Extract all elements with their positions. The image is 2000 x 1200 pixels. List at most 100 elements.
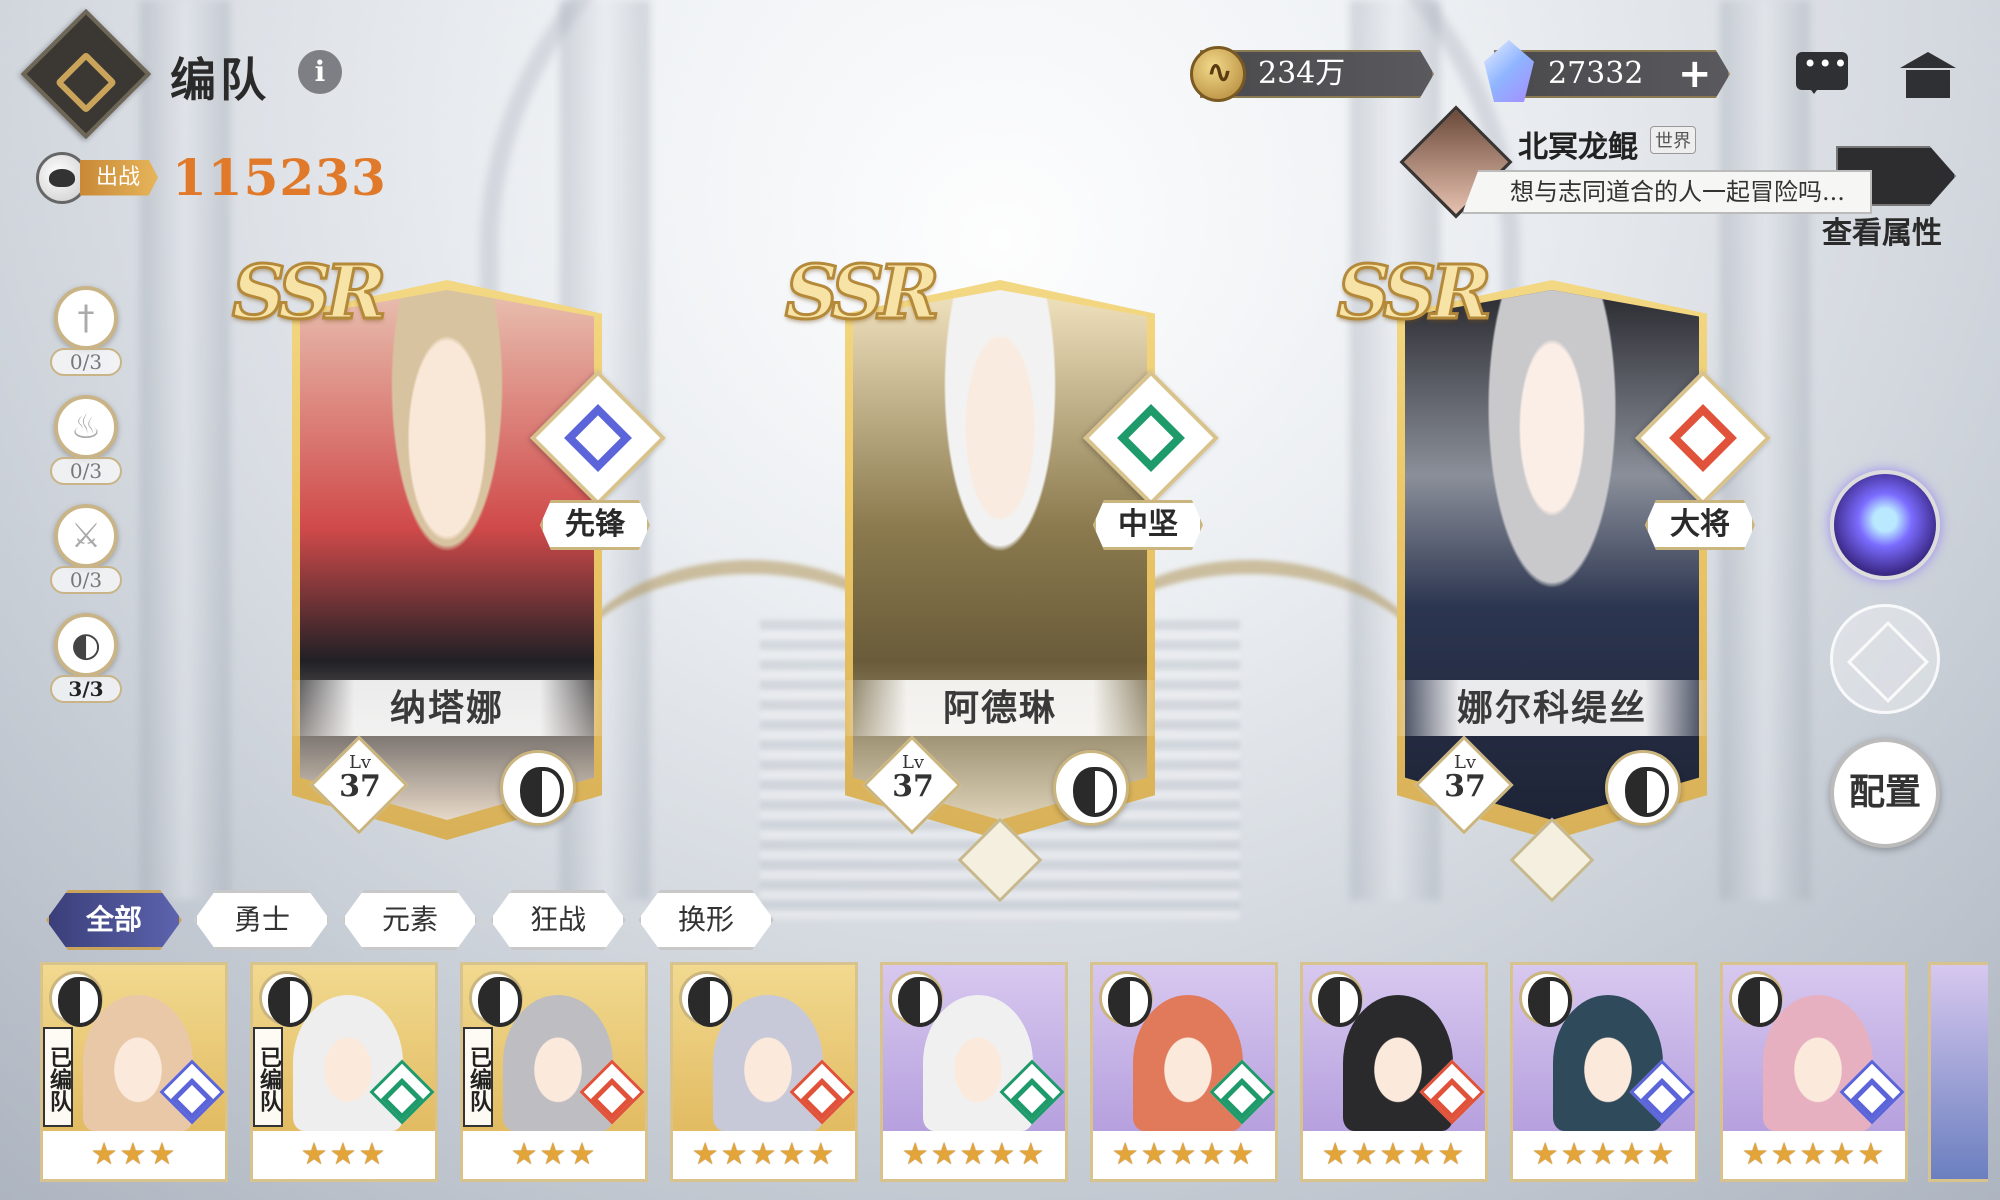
level-text: Lv 37 [892,752,934,804]
chat-channel-badge: 世界 [1650,126,1696,154]
level-text: Lv 37 [1444,752,1486,804]
fire-class-icon: ♨ [54,395,118,459]
hero-face [1553,995,1663,1131]
star-rating: ★★★★★ [1513,1131,1695,1179]
tab-shapeshifter[interactable]: 换形 [638,890,774,950]
class-slot-axe[interactable]: ⚔ 0/3 [50,504,122,608]
axe-class-icon: ⚔ [54,504,118,568]
roster-hero-card[interactable]: 已编队 ★★★ [40,962,228,1182]
class-slot-sword[interactable]: † 0/3 [50,286,122,390]
roster-card-partial[interactable] [1928,962,1988,1182]
rarity-badge: SSR [231,249,389,338]
mask-class-icon: ◐ [54,613,118,677]
hero-face [923,995,1033,1131]
class-slot-fire[interactable]: ♨ 0/3 [50,395,122,499]
sword-class-icon: † [54,286,118,350]
config-button[interactable]: 配置 [1830,738,1940,848]
mask-icon [1519,971,1573,1027]
info-icon[interactable]: i [298,50,342,94]
role-label: 大将 [1645,500,1755,550]
star-rating: ★★★★★ [673,1131,855,1179]
role-label: 中坚 [1093,500,1203,550]
gold-coin-icon [1190,46,1246,102]
hero-roster: 已编队 ★★★ 已编队 ★★★ 已编队 ★★★ ★★★★★ ★★★★★ ★★★★★ ★★★★★ ★★… [40,962,2000,1187]
back-button[interactable] [20,8,152,140]
chat-icon[interactable] [1796,50,1848,94]
tab-element[interactable]: 元素 [342,890,478,950]
star-rating: ★★★ [43,1131,225,1179]
class-count: 0/3 [50,348,122,376]
roster-hero-card[interactable]: ★★★★★ [1720,962,1908,1182]
hero-portrait [853,290,1147,820]
star-rating: ★★★★★ [883,1131,1065,1179]
hero-card-3[interactable]: SSR 大将 娜尔科缇丝 Lv 37 [1336,249,1771,903]
hero-face [1133,995,1243,1131]
star-rating: ★★★★★ [1303,1131,1485,1179]
tab-all[interactable]: 全部 [46,890,182,950]
in-team-tag: 已编队 [43,1027,73,1127]
world-chat-bubble[interactable]: 想与志同道合的人一起冒险吗... 北冥龙鲲 世界 [1399,105,1872,219]
in-team-tag: 已编队 [463,1027,493,1127]
add-gems-button[interactable]: + [1678,54,1712,94]
star-rating: ★★★ [463,1131,645,1179]
team-formation-screen: { "header": { "title": "编队", "power_labe… [0,0,2000,1200]
sword-icon [679,971,733,1027]
tab-berserker[interactable]: 狂战 [490,890,626,950]
power-value: 115233 [172,148,387,207]
home-icon[interactable] [1900,52,1956,98]
hero-portrait [1405,290,1699,820]
rarity-badge: SSR [784,249,942,338]
roster-hero-card[interactable]: ★★★★★ [880,962,1068,1182]
level-text: Lv 37 [339,752,381,804]
mask-icon [889,971,943,1027]
class-count: 0/3 [50,457,122,485]
hero-name: 纳塔娜 [292,680,602,736]
hero-face [1343,995,1453,1131]
hero-card-1[interactable]: SSR 先锋 纳塔娜 Lv 37 [231,249,666,870]
hero-name: 阿德琳 [845,680,1155,736]
roster-hero-card[interactable]: ★★★★★ [1510,962,1698,1182]
star-rating: ★★★ [253,1131,435,1179]
rarity-badge: SSR [1336,249,1494,338]
pillar [140,0,230,900]
roster-hero-card[interactable]: ★★★★★ [1300,962,1488,1182]
hero-face [713,995,823,1131]
hero-face [83,995,193,1131]
mask-icon [469,971,523,1027]
page-title: 编队 [170,53,270,107]
mask-class-icon [1605,750,1681,826]
class-count: 3/3 [50,675,122,703]
mask-class-icon [500,750,576,826]
chat-player-name: 北冥龙鲲 [1518,130,1638,165]
empty-skill-slot[interactable] [1830,604,1940,714]
sword-icon [1099,971,1153,1027]
class-count: 0/3 [50,566,122,594]
hero-portrait [300,290,594,820]
roster-hero-card[interactable]: ★★★★★ [1090,962,1278,1182]
view-attributes-button[interactable]: 查看属性 [1822,208,1942,252]
tab-warrior[interactable]: 勇士 [194,890,330,950]
mask-class-icon [1053,750,1129,826]
mask-icon [49,971,103,1027]
mask-icon [259,971,313,1027]
hero-face [503,995,613,1131]
combat-power: 出战 115233 [36,148,387,207]
hero-name: 娜尔科缇丝 [1397,680,1707,736]
star-rating: ★★★★★ [1723,1131,1905,1179]
chat-message: 想与志同道合的人一起冒险吗... [1462,170,1872,214]
axe-icon [1309,971,1363,1027]
power-label: 出战 [80,159,159,196]
faction-tabs: 全部 勇士 元素 狂战 换形 [46,890,786,950]
hero-card-2[interactable]: SSR 中坚 阿德琳 Lv 37 [784,249,1219,903]
skill-orb-button[interactable] [1830,470,1940,580]
role-label: 先锋 [540,500,650,550]
sword-icon [1729,971,1783,1027]
roster-hero-card[interactable]: ★★★★★ [670,962,858,1182]
roster-hero-card[interactable]: 已编队 ★★★ [460,962,648,1182]
star-rating: ★★★★★ [1093,1131,1275,1179]
hero-face [293,995,403,1131]
roster-hero-card[interactable]: 已编队 ★★★ [250,962,438,1182]
hero-face [1763,995,1873,1131]
in-team-tag: 已编队 [253,1027,283,1127]
class-slot-mask[interactable]: ◐ 3/3 [50,613,122,717]
